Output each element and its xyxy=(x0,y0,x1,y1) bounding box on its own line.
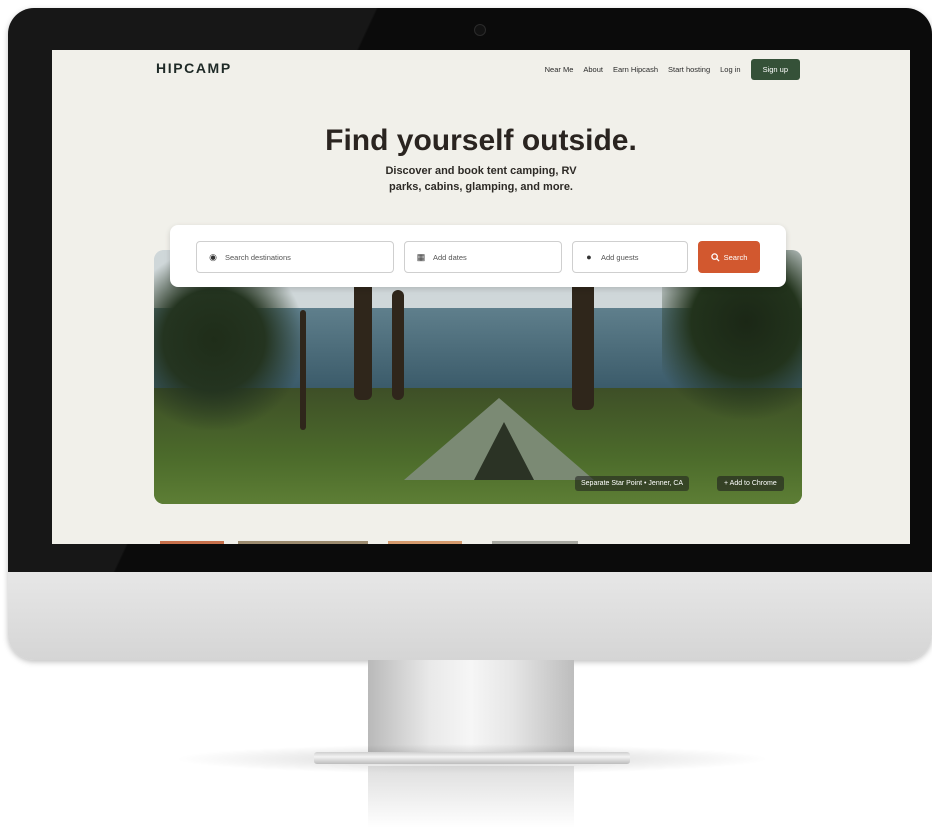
monitor-chin xyxy=(8,572,932,660)
hipcamp-logo[interactable]: HIPCAMP xyxy=(156,60,232,76)
photo-tree-trunk xyxy=(392,290,404,400)
dates-field[interactable]: ▦ Add dates xyxy=(404,241,562,273)
nav-link-log-in[interactable]: Log in xyxy=(720,65,740,74)
magnifier-icon xyxy=(710,252,720,262)
destination-placeholder: Search destinations xyxy=(225,252,291,262)
nav-link-about[interactable]: About xyxy=(583,65,603,74)
person-icon: ● xyxy=(586,252,592,262)
guests-placeholder: Add guests xyxy=(601,252,639,262)
location-pin-icon: ◉ xyxy=(209,251,217,262)
hero-title: Find yourself outside. xyxy=(325,124,637,157)
search-bar: ◉ Search destinations ▦ Add dates ● Add … xyxy=(170,225,786,287)
hero-subtitle: Discover and book tent camping, RV parks… xyxy=(385,165,577,193)
preview-card xyxy=(238,541,368,544)
preview-card xyxy=(388,541,462,544)
add-to-chrome-button[interactable]: + Add to Chrome xyxy=(717,476,784,491)
guests-field[interactable]: ● Add guests xyxy=(572,241,688,273)
photo-tree-trunk xyxy=(572,280,594,410)
preview-card xyxy=(160,541,224,544)
preview-card xyxy=(492,541,578,544)
hero-photo: Separate Star Point • Jenner, CA + Add t… xyxy=(154,250,802,504)
browser-screen: HIPCAMP Near Me About Earn Hipcash Start… xyxy=(52,50,910,544)
nav-link-near-me[interactable]: Near Me xyxy=(545,65,574,74)
calendar-icon: ▦ xyxy=(416,251,426,262)
search-button[interactable]: Search xyxy=(698,241,760,273)
stand-reflection xyxy=(368,766,574,828)
nav-link-earn-hipcash[interactable]: Earn Hipcash xyxy=(613,65,658,74)
signup-button[interactable]: Sign up xyxy=(750,59,800,80)
nav-link-start-hosting[interactable]: Start hosting xyxy=(668,65,710,74)
photo-tree-trunk xyxy=(300,310,306,430)
search-button-label: Search xyxy=(723,252,748,262)
top-nav: HIPCAMP Near Me About Earn Hipcash Start… xyxy=(52,50,910,90)
monitor: HIPCAMP Near Me About Earn Hipcash Start… xyxy=(8,8,932,660)
photo-credit[interactable]: Separate Star Point • Jenner, CA xyxy=(575,476,690,491)
monitor-stand-base xyxy=(314,752,630,764)
photo-tent-door xyxy=(474,422,534,480)
nav-links: Near Me About Earn Hipcash Start hosting… xyxy=(545,59,800,80)
destination-field[interactable]: ◉ Search destinations xyxy=(196,241,394,273)
dates-placeholder: Add dates xyxy=(433,252,467,262)
monitor-stand-neck xyxy=(368,660,574,754)
webcam-icon xyxy=(474,24,486,36)
photo-tree-trunk xyxy=(354,280,372,400)
